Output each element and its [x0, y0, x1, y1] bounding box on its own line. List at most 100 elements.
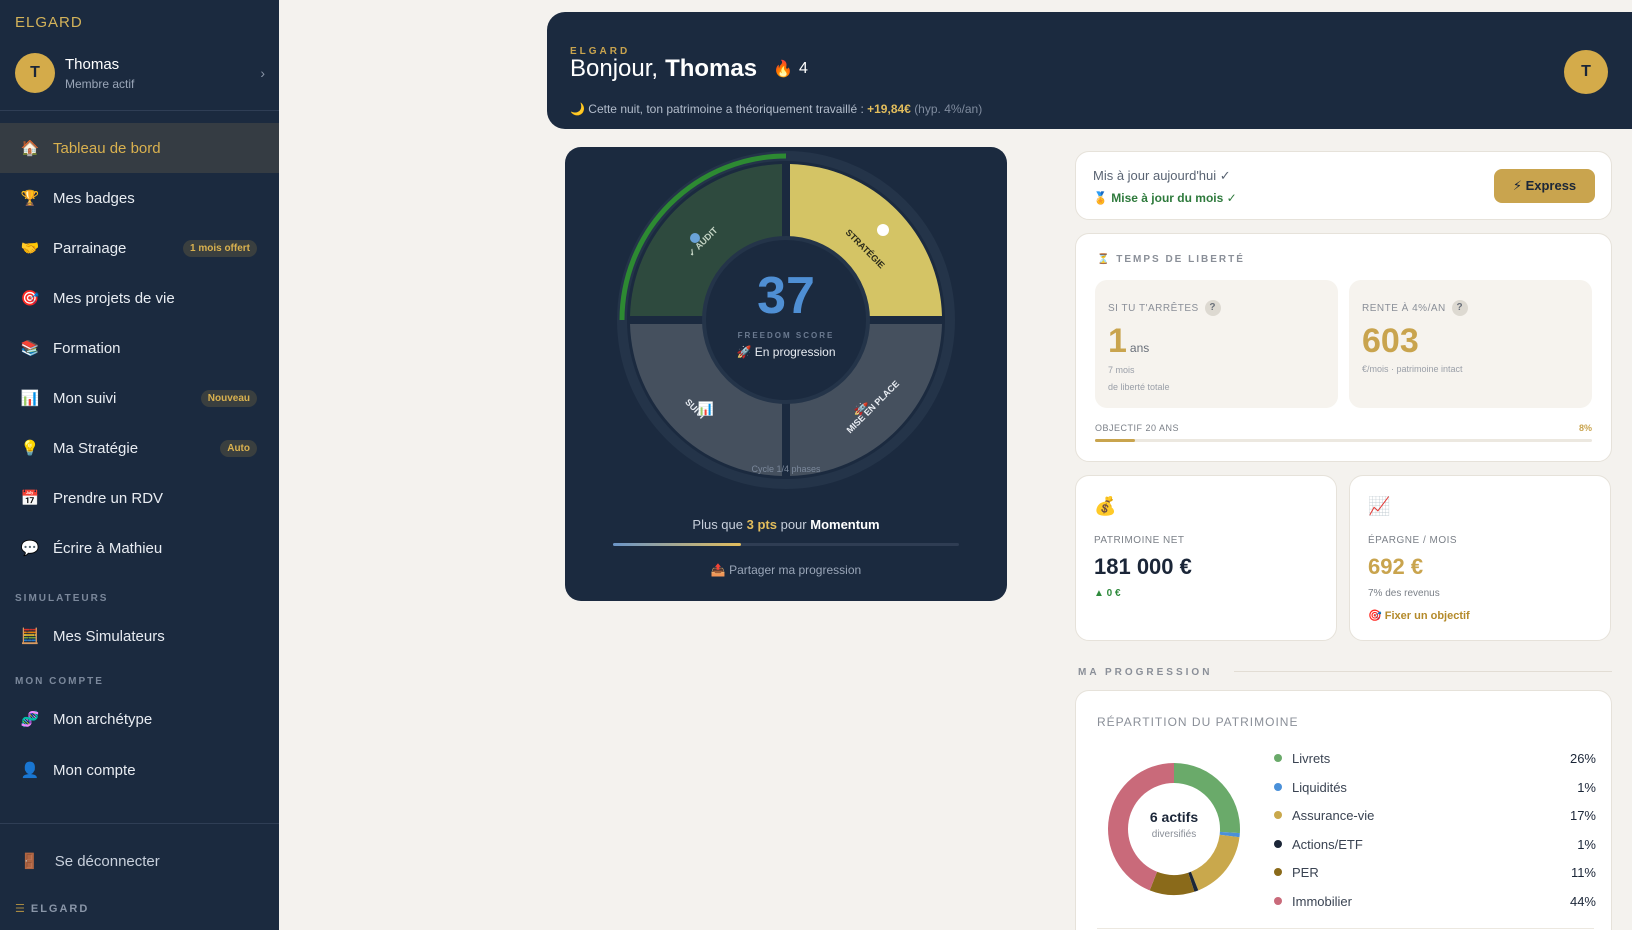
monthly-update-status: 🏅 Mise à jour du mois ✓ — [1093, 191, 1237, 205]
nav-mon-archetype[interactable]: 🧬 Mon archétype — [0, 694, 279, 744]
momentum-progress-bar — [613, 543, 959, 546]
nav-mes-badges[interactable]: 🏆 Mes badges — [0, 173, 279, 223]
rent-value: 603 — [1362, 322, 1419, 360]
legend-item: Livrets 26% — [1274, 749, 1596, 767]
greeting: Bonjour, Thomas 🔥 4 — [570, 55, 808, 83]
stop-caption-sub: de liberté totale — [1108, 382, 1170, 392]
nav-label: Mes projets de vie — [53, 289, 175, 307]
nav-label: Tableau de bord — [53, 139, 161, 157]
door-icon: 🚪 — [20, 853, 39, 870]
phase-marker — [877, 224, 889, 236]
momentum-progress-fill — [613, 543, 742, 546]
legend-dot — [1274, 783, 1282, 791]
momentum-text: Plus que 3 pts pour Momentum — [692, 517, 880, 532]
kpi-delta: ▲ 0 € — [1094, 588, 1121, 599]
nav-mon-compte[interactable]: 👤 Mon compte — [0, 745, 279, 795]
express-button[interactable]: ⚡ Express — [1494, 169, 1595, 203]
logo-icon: ☰ — [15, 903, 27, 915]
objective-percent: 8% — [1578, 423, 1592, 433]
legend-item: Liquidités 1% — [1274, 778, 1596, 796]
kpi-label: ÉPARGNE / MOIS — [1368, 535, 1458, 546]
stop-unit: ans — [1129, 341, 1150, 355]
nav-mon-suivi[interactable]: 📊 Mon suivi Nouveau — [0, 373, 279, 423]
help-icon[interactable]: ? — [1451, 300, 1468, 316]
divider — [0, 823, 279, 824]
set-goal-link[interactable]: 🎯 Fixer un objectif — [1368, 609, 1470, 622]
nav-label: Formation — [53, 339, 121, 357]
footer-brand: ☰ ELGARD — [15, 903, 90, 915]
section-mon-compte: MON COMPTE — [15, 676, 104, 687]
freedom-score-card: ✓ AUDIT STRATÉGIE MISE EN PLACE SUIVI 🚀 … — [565, 147, 1007, 601]
chart-icon: 📊 — [698, 401, 714, 416]
nav-label: Ma Stratégie — [53, 439, 139, 457]
update-status: Mis à jour aujourd'hui ✓ — [1093, 168, 1231, 183]
rocket-icon: 🚀 — [854, 402, 869, 416]
nav-label: Mes Simulateurs — [53, 627, 165, 645]
section-simulateurs: SIMULATEURS — [15, 593, 109, 604]
score-status: 🚀 En progression — [737, 345, 836, 359]
streak-count: 4 — [799, 60, 808, 77]
legend-dot — [1274, 868, 1282, 876]
donut-slice-assurance-vie[interactable] — [1190, 834, 1240, 891]
chart-increasing-icon: 📈 — [1368, 496, 1391, 516]
donut-center-sub: diversifiés — [1151, 829, 1197, 840]
money-bag-icon: 💰 — [1094, 496, 1117, 516]
stop-value: 1 — [1108, 322, 1127, 360]
target-icon: 🎯 — [20, 290, 40, 307]
greeting-name: Thomas — [665, 55, 758, 82]
legend-dot — [1274, 754, 1282, 762]
kpi-label: PATRIMOINE NET — [1094, 535, 1185, 546]
gain-hypothesis: (hyp. 4%/an) — [914, 102, 983, 116]
donut-slice-immobilier[interactable] — [1108, 763, 1174, 891]
kpi-value: 692 € — [1368, 554, 1424, 579]
nav-label: Mon suivi — [53, 389, 117, 407]
legend-item: PER 11% — [1274, 863, 1596, 881]
savings-card: 📈 ÉPARGNE / MOIS 692 € 7% des revenus 🎯 … — [1349, 475, 1611, 641]
donut-slice-per[interactable] — [1149, 871, 1195, 895]
bar-chart-icon: 📊 — [20, 390, 40, 407]
nav-badge: Nouveau — [200, 389, 257, 407]
nav-projets-de-vie[interactable]: 🎯 Mes projets de vie — [0, 273, 279, 323]
nav-label: Prendre un RDV — [53, 489, 164, 507]
greeting-text: Bonjour, — [570, 55, 659, 82]
kpi-sub: 7% des revenus — [1368, 588, 1440, 599]
gain-value: +19,84€ — [867, 102, 911, 116]
nav-ecrire-mathieu[interactable]: 💬 Écrire à Mathieu — [0, 523, 279, 573]
objective-label: OBJECTIF 20 ANS — [1095, 423, 1180, 433]
nav-prendre-rdv[interactable]: 📅 Prendre un RDV — [0, 473, 279, 523]
stop-caption: SI TU T'ARRÊTES — [1108, 302, 1199, 314]
header-avatar[interactable]: T — [1564, 50, 1608, 94]
section-title: MA PROGRESSION — [1078, 667, 1213, 678]
nav-label: Mon compte — [53, 761, 136, 779]
legend-item: Actions/ETF 1% — [1274, 835, 1596, 853]
user-status: Membre actif — [65, 76, 135, 91]
logout-button[interactable]: 🚪 Se déconnecter — [20, 852, 160, 871]
score-label: FREEDOM SCORE — [738, 331, 835, 340]
donut-center-value: 6 actifs — [1149, 809, 1199, 825]
rent-sub: €/mois · patrimoine intact — [1362, 364, 1463, 374]
cycle-label: Cycle 1/4 phases — [751, 464, 821, 474]
fire-icon: 🔥 — [773, 61, 794, 78]
divider — [1234, 671, 1612, 672]
net-worth-card: 💰 PATRIMOINE NET 181 000 € ▲ 0 € — [1075, 475, 1337, 641]
freedom-time-card: ⏳ TEMPS DE LIBERTÉ SI TU T'ARRÊTES? 1 ans… — [1075, 233, 1612, 462]
calendar-icon: 📅 — [20, 490, 40, 507]
legend-item: Immobilier 44% — [1274, 892, 1596, 910]
nav-tableau-de-bord[interactable]: 🏠 Tableau de bord — [0, 123, 279, 173]
nav-mes-simulateurs[interactable]: 🧮 Mes Simulateurs — [0, 611, 279, 661]
share-progress-button[interactable]: 📤 Partager ma progression — [565, 563, 1007, 577]
sidebar: ELGARD T Thomas Membre actif › 🏠 Tableau… — [0, 0, 279, 930]
sidebar-brand: ELGARD — [15, 14, 83, 31]
help-icon[interactable]: ? — [1204, 300, 1221, 316]
trophy-icon: 🏆 — [20, 190, 40, 207]
nav-badge: 1 mois offert — [182, 239, 257, 257]
legend-item: Assurance-vie 17% — [1274, 806, 1596, 824]
abacus-icon: 🧮 — [20, 628, 40, 645]
legend-dot — [1274, 811, 1282, 819]
update-card: Mis à jour aujourd'hui ✓ 🏅 Mise à jour d… — [1075, 151, 1612, 220]
user-profile[interactable]: T Thomas Membre actif › — [15, 52, 265, 94]
legend-dot — [1274, 840, 1282, 848]
nav-parrainage[interactable]: 🤝 Parrainage 1 mois offert — [0, 223, 279, 273]
nav-formation[interactable]: 📚 Formation — [0, 323, 279, 373]
nav-ma-strategie[interactable]: 💡 Ma Stratégie Auto — [0, 423, 279, 473]
